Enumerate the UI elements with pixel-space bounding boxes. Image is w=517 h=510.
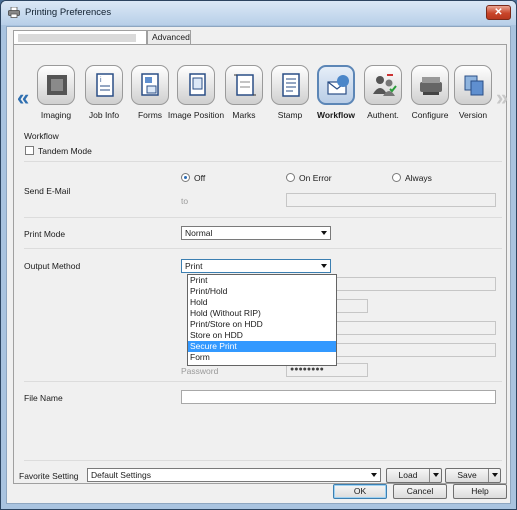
stamp-icon [271,65,309,105]
tandem-mode-checkbox[interactable] [25,146,34,155]
separator [24,217,502,218]
chevron-down-icon [321,264,327,268]
separator [24,381,502,382]
file-name-label: File Name [24,393,63,403]
title-bar: Printing Preferences ✕ [1,1,516,25]
print-mode-select[interactable]: Normal [181,226,331,240]
load-button-label: Load [398,470,418,480]
output-method-label: Output Method [24,261,81,271]
marks-icon [225,65,263,105]
send-email-on-error-radio[interactable] [286,173,295,182]
save-button-label: Save [457,470,477,480]
separator [24,248,502,249]
imaging-icon [37,65,75,105]
send-email-off-radio[interactable] [181,173,190,182]
tab-version[interactable]: Version [449,65,497,127]
print-mode-label: Print Mode [24,229,66,239]
output-method-value: Print [185,261,203,271]
password-label: Password [181,366,219,376]
separator [24,161,502,162]
help-button[interactable]: Help [453,484,507,499]
section-title: Workflow [24,131,59,141]
configure-icon [411,65,449,105]
close-icon: ✕ [494,7,503,18]
image-position-icon [177,65,215,105]
tab-advanced[interactable]: Advanced [147,30,191,44]
printing-preferences-window: Printing Preferences ✕ Advanced « » Imag… [0,0,517,510]
ok-button[interactable]: OK [333,484,387,499]
authentication-icon [364,65,402,105]
send-email-off-label: Off [194,173,206,183]
dropdown-option-print-hold[interactable]: Print/Hold [188,286,336,297]
version-icon [454,65,492,105]
favorite-setting-select[interactable]: Default Settings [87,468,381,482]
file-name-field[interactable] [181,390,496,404]
send-email-always-radio[interactable] [392,173,401,182]
dropdown-option-hold-without-rip[interactable]: Hold (Without RIP) [188,308,336,319]
dropdown-option-store-hdd[interactable]: Store on HDD [188,330,336,341]
job-info-icon: i [85,65,123,105]
favorite-setting-label: Favorite Setting [19,471,79,481]
send-email-always-label: Always [405,173,432,183]
tab-image-position[interactable]: Image Position [168,65,224,127]
send-email-to-field[interactable] [286,193,496,207]
forms-icon [131,65,169,105]
tandem-mode-label: Tandem Mode [38,146,92,156]
output-method-select[interactable]: Print [181,259,331,273]
dropdown-option-form[interactable]: Form [188,352,336,363]
dropdown-option-hold[interactable]: Hold [188,297,336,308]
send-email-label: Send E-Mail [24,186,71,196]
print-mode-value: Normal [185,228,213,238]
cancel-button[interactable]: Cancel [393,484,447,499]
dialog-client-area: Advanced « » Imaging i Job Info Forms Im… [6,26,511,504]
scroll-left-icon[interactable]: « [17,87,29,109]
scroll-right-icon[interactable]: » [496,87,508,109]
workflow-icon [317,65,355,105]
separator [24,460,502,461]
dropdown-option-print-store-hdd[interactable]: Print/Store on HDD [188,319,336,330]
printer-icon [8,7,20,18]
output-method-dropdown: Print Print/Hold Hold Hold (Without RIP)… [187,274,337,366]
window-title: Printing Preferences [25,7,112,18]
dropdown-option-print[interactable]: Print [188,275,336,286]
save-button[interactable]: Save [445,468,501,483]
tab-imaging[interactable]: Imaging [32,65,80,127]
tab-version-label: Version [458,110,488,120]
chevron-down-icon [371,473,377,477]
favorite-setting-value: Default Settings [91,470,152,480]
load-button[interactable]: Load [386,468,442,483]
tab-page: « » Imaging i Job Info Forms Image Posit… [13,44,508,484]
close-button[interactable]: ✕ [486,5,511,20]
chevron-down-icon [321,231,327,235]
send-email-on-error-label: On Error [299,173,332,183]
send-email-to-label: to [181,196,189,206]
tab-main-label [18,34,136,42]
chevron-down-icon[interactable] [488,469,500,482]
dropdown-option-secure-print[interactable]: Secure Print [188,341,336,352]
chevron-down-icon[interactable] [429,469,441,482]
tab-main[interactable] [13,30,147,45]
